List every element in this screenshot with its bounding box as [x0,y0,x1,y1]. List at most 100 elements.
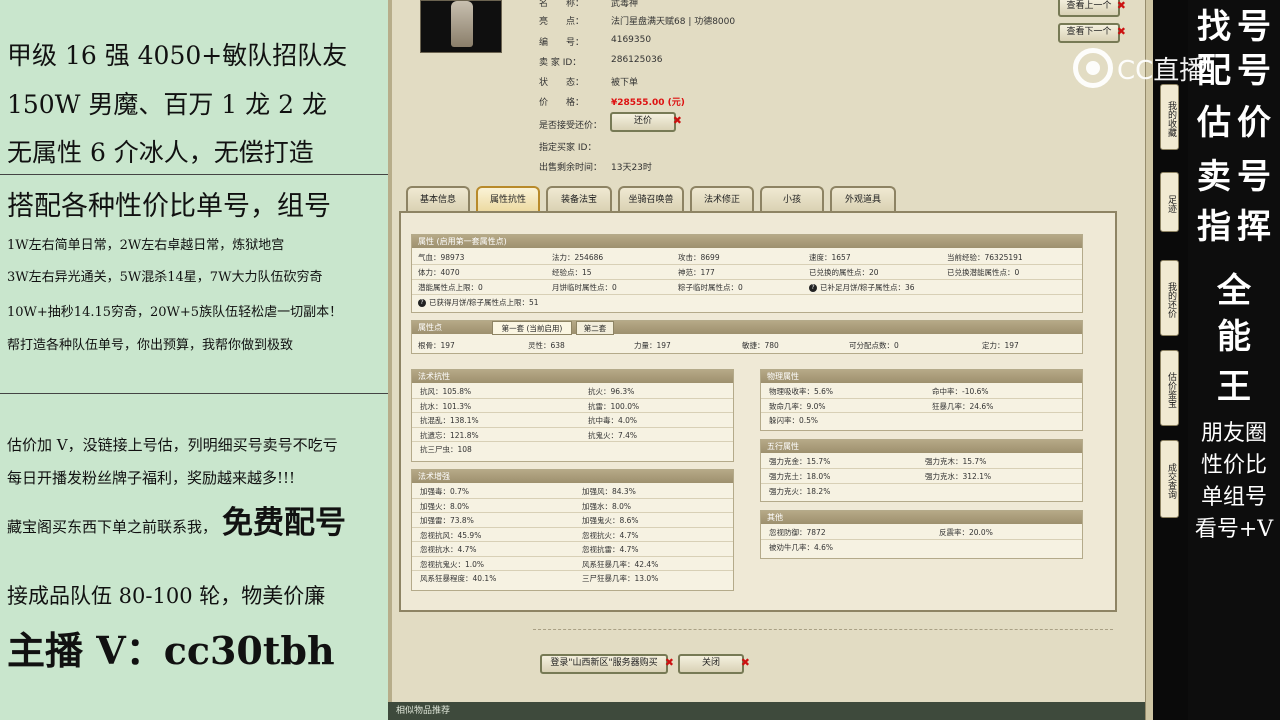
attr-cell: 速度：1657 [809,253,851,262]
subtab-set-1[interactable]: 第一套 (当前启用) [492,321,572,335]
point-cell: 定力：197 [982,341,1019,350]
row-separator [412,512,733,513]
tab-basic-info[interactable]: 基本信息 [406,186,470,212]
attr-cell: 已兑换的属性点：20 [809,268,879,277]
stat-cell: 加强风：84.3% [582,487,636,496]
section-title: 其他 [761,511,1082,524]
stat-cell: 强力克金：15.7% [769,457,831,466]
stat-cell: 抗火：96.3% [588,387,635,396]
side-menu: 我的收藏 足迹 我的还价 估价鉴宝 成交查询 [1153,0,1188,720]
section-title: 属性点 [418,323,442,332]
counter-offer-button[interactable]: 还价 ✖ [610,112,682,132]
side-tab-favorites[interactable]: 我的收藏 [1160,84,1179,150]
magic-boost-section: 法术增强 加强毒：0.7% 加强风：84.3% 加强火：8.0% 加强水：8.0% 加强… [411,469,734,591]
stat-cell: 三尸狂暴几率：13.0% [582,574,659,583]
row-separator [761,468,1082,469]
close-button[interactable]: 关闭 ✖ [678,654,750,674]
stat-cell: 抗鬼火：7.4% [588,430,638,440]
subtab-set-2[interactable]: 第二套 [576,321,614,335]
attr-cell-help: ? 已获得月饼/粽子属性点上限：51 [418,297,539,308]
label: 编 号： [539,38,585,48]
info-id: 编 号： 4169350 [539,35,839,48]
point-cell: 敏捷：780 [742,341,779,350]
value: 法门星盘满天赋68 | 功德8000 [611,17,736,27]
close-icon: ✖ [672,114,682,127]
point-cell: 灵性：638 [528,341,565,350]
stat-cell: 忽视抗火：4.7% [582,530,639,540]
stat-cell: 忽视抗水：4.7% [420,545,477,554]
attr-text: 已获得月饼/粽子属性点上限：51 [429,298,539,307]
magic-resist-section: 法术抗性 抗风：105.8% 抗火：96.3% 抗水：101.3% 抗雷：100.0%… [411,369,734,462]
row-separator [412,412,733,413]
section-title: 属性 (启用第一套属性点) [412,235,1082,248]
point-cell: 可分配点数：0 [849,341,899,350]
stat-cell: 加强鬼火：8.6% [582,516,639,525]
overlay-char: 估 [1197,103,1231,143]
stat-cell: 强力克火：18.2% [769,487,831,496]
stat-cell: 忽视抗鬼火：1.0% [420,559,485,569]
counter-offer-label: 是否接受还价： [539,121,603,131]
promo-overlay-right: 找号配号估价卖号指挥全能王 朋友圈 性价比 单组号 看号+V [1188,0,1280,720]
stat-cell: 强力克木：15.7% [925,457,987,466]
overlay-char: 号 [1237,157,1271,197]
info-status: 状 态： 被下单 [539,75,839,88]
login-buy-button[interactable]: 登录"山西新区"服务器购买 ✖ [540,654,674,674]
row-separator [412,294,1082,295]
window-frame [388,0,392,720]
attr-cell: 月饼临时属性点：0 [552,283,617,292]
side-tab-footprint[interactable]: 足迹 [1160,172,1179,232]
promo-line: 每日开播发粉丝牌子福利，奖励越来越多!!! [7,469,296,487]
tab-child[interactable]: 小孩 [760,186,824,212]
value: 286125036 [611,55,663,65]
row-separator [412,397,733,399]
overlay-line: 单组号 [1200,485,1267,510]
stat-cell: 加强毒：0.7% [420,487,470,496]
button-label: 关闭 [701,658,720,668]
character-portrait [420,0,502,53]
logo-text: CC直播 [1117,55,1206,86]
side-tab-my-offers[interactable]: 我的还价 [1160,260,1179,336]
help-icon[interactable]: ? [418,299,426,307]
promo-heading: 搭配各种性价比单号，组号 [7,191,331,222]
tab-equipment[interactable]: 装备法宝 [546,186,612,212]
stat-cell: 物理吸收率：5.6% [769,387,834,396]
side-tab-transactions[interactable]: 成交查询 [1160,440,1179,518]
overlay-char: 卖 [1197,157,1231,197]
promo-line: 估价加 V，没链接上号估，列明细买号卖号不吃亏 [7,436,338,454]
stat-cell: 命中率：-10.6% [932,387,989,396]
next-item-button[interactable]: 查看下一个 ✖ [1058,23,1126,43]
tab-spell-mods[interactable]: 法术修正 [690,186,754,212]
tab-appearance[interactable]: 外观道具 [830,186,896,212]
stat-cell: 加强火：8.0% [420,501,470,511]
attr-cell: 潜能属性点上限：0 [418,283,483,292]
side-tab-appraisal[interactable]: 估价鉴宝 [1160,350,1179,426]
attr-cell: 当前经验：76325191 [947,253,1023,262]
prev-item-button[interactable]: 查看上一个 ✖ [1058,0,1126,17]
stat-cell: 强力克水：312.1% [925,472,992,481]
stat-cell: 反震率：20.0% [939,528,993,537]
tab-attributes[interactable]: 属性抗性 [476,186,540,212]
overlay-char: 王 [1217,367,1251,407]
similar-items-bar[interactable]: 相似物品推荐 [388,702,1153,720]
attr-cell: 攻击：8699 [678,253,720,262]
tab-mounts[interactable]: 坐骑召唤兽 [618,186,684,212]
close-icon: ✖ [664,656,674,669]
label: 亮 点： [539,17,585,27]
help-icon[interactable]: ? [809,284,817,292]
label: 指定买家 ID： [539,143,597,153]
attr-cell: 经验点：15 [552,268,592,277]
stat-cell: 抗风：105.8% [420,387,472,396]
cc-logo-icon [1073,48,1113,88]
info-time: 出售剩余时间： 13天23时 [539,160,839,173]
attr-cell: 粽子临时属性点：0 [678,283,743,292]
overlay-line: 朋友圈 [1200,421,1267,446]
stat-cell: 加强雷：73.8% [420,516,474,525]
attr-cell: 法力：254686 [552,253,604,262]
stat-cell: 抗中毒：4.0% [588,416,638,425]
button-label: 查看上一个 [1066,1,1112,11]
row-separator [412,555,733,557]
stat-cell: 躲闪率：0.5% [769,416,819,425]
value: 13天23时 [611,163,652,173]
attr-cell: 体力：4070 [418,268,460,277]
anchor-contact: 主播 V：cc30tbh [7,628,335,673]
